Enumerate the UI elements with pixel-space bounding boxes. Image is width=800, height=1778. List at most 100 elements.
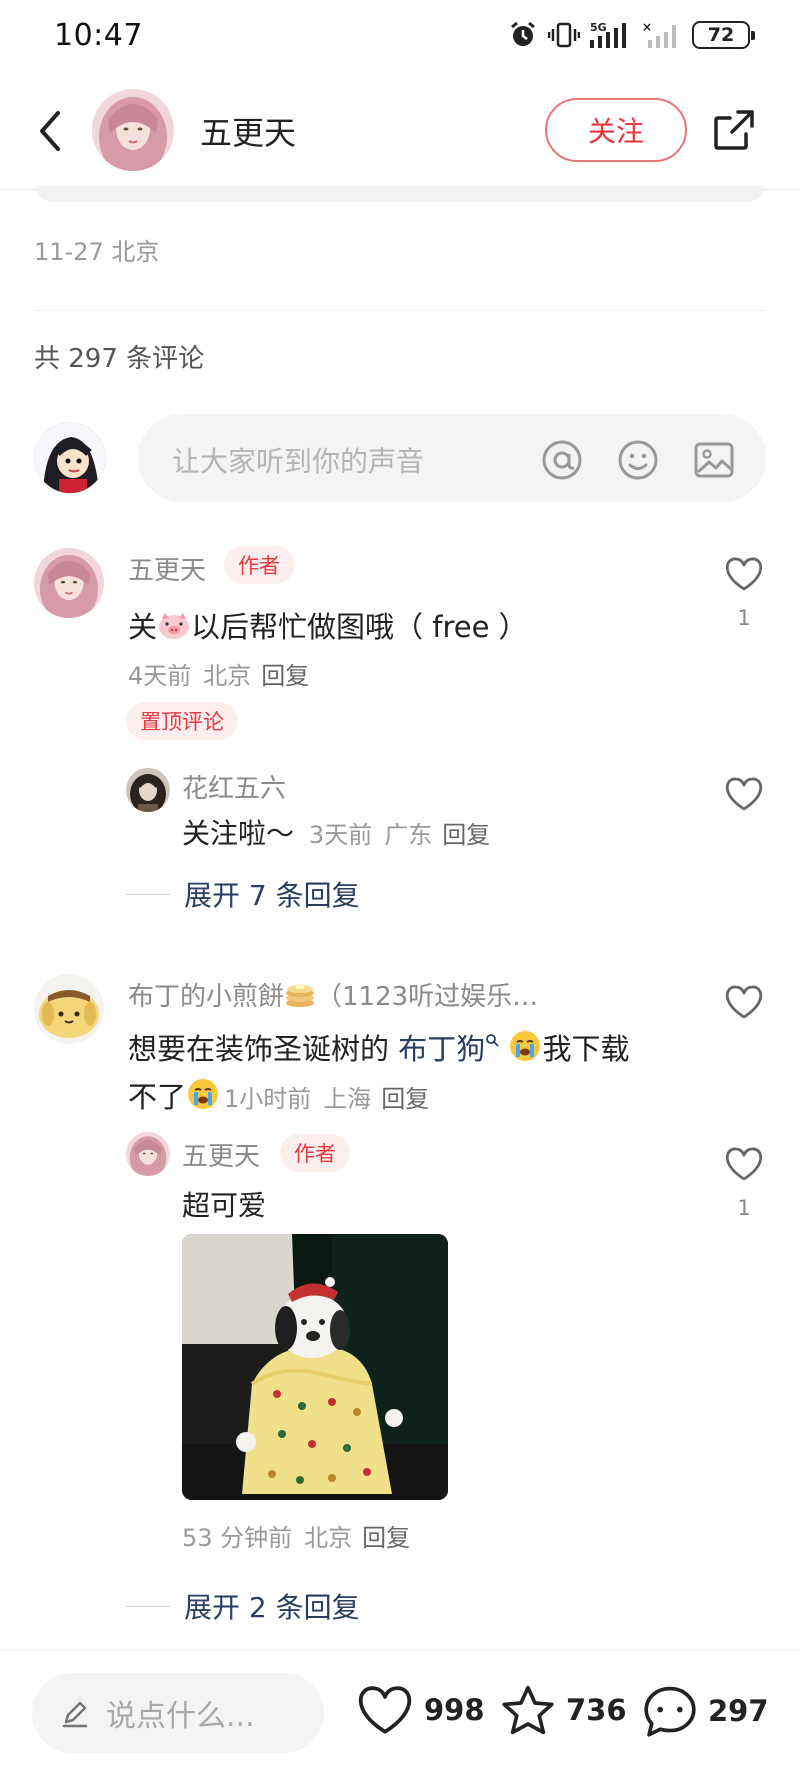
reply-button[interactable]: 回复 (381, 1085, 429, 1113)
share-button[interactable] (708, 104, 760, 156)
image-icon (694, 442, 734, 478)
signal-off-icon: × (642, 20, 676, 48)
pig-emoji-icon (157, 611, 191, 648)
avatar-cartoon-image (35, 423, 105, 493)
reply-like-count: 1 (737, 1196, 751, 1220)
comment-total-count: 297 (708, 1694, 769, 1728)
svg-text:5G: 5G (590, 21, 607, 34)
image-button[interactable] (692, 438, 736, 482)
comment-meta: 4天前 北京 回复 (128, 656, 309, 691)
comment-location: 北京 (203, 662, 252, 690)
comment-text-part: 关 (128, 610, 158, 644)
emoji-button[interactable] (616, 438, 660, 482)
reply-name[interactable]: 花红五六 (182, 768, 286, 805)
reply-button[interactable]: 回复 (261, 662, 309, 690)
expand-replies-label: 展开 2 条回复 (184, 1591, 360, 1624)
comment-like-button[interactable] (722, 980, 766, 1024)
follow-button[interactable]: 关注 (545, 98, 687, 162)
comment-like-button[interactable] (722, 552, 766, 596)
heart-icon (358, 1686, 412, 1734)
favorite-count: 736 (566, 1693, 627, 1727)
status-time: 10:47 (54, 18, 143, 53)
search-link[interactable]: 布丁狗 (398, 1032, 485, 1066)
like-count: 998 (424, 1693, 485, 1727)
author-name[interactable]: 五更天 (200, 108, 296, 154)
commenter-name[interactable]: 五更天 (128, 550, 206, 587)
favorite-button[interactable]: 736 (500, 1683, 627, 1737)
reply-time: 53 分钟前 (182, 1524, 293, 1552)
expand-line (126, 893, 170, 895)
post-date-location: 11-27 北京 (34, 238, 160, 266)
my-avatar[interactable] (34, 422, 106, 494)
reply-button[interactable]: 回复 (442, 821, 490, 849)
reply-text: 超可爱 (182, 1189, 267, 1222)
at-icon (542, 440, 582, 480)
signal-5g-icon: 5G (590, 21, 626, 48)
top-nav-bar: 五更天 关注 (0, 76, 800, 186)
commenter-avatar[interactable] (34, 548, 104, 618)
mention-button[interactable] (540, 438, 584, 482)
heart-icon (725, 985, 763, 1019)
pinned-badge: 置顶评论 (126, 702, 238, 740)
author-tag: 作者 (280, 1134, 350, 1172)
reply-text: 关注啦～ 3天前 广东 回复 (182, 812, 490, 852)
post-content-edge (36, 186, 764, 202)
reply-time: 3天前 (308, 821, 373, 849)
comment-text-line2: 不了 1小时前 上海 回复 (128, 1074, 429, 1118)
status-bar: 10:47 5G × 72 (0, 0, 800, 76)
christmas-tree-costume-photo (182, 1234, 448, 1500)
commenter-avatar[interactable] (34, 974, 104, 1044)
share-icon (714, 110, 754, 150)
bottom-action-bar: 说点什么... 998 736 297 (0, 1650, 800, 1778)
like-post-button[interactable]: 998 (356, 1683, 485, 1737)
expand-replies-button[interactable]: 展开 7 条回复 (126, 874, 360, 914)
commenter-name-text: 布丁的小煎餅 (128, 982, 285, 1012)
comment-button[interactable]: 297 (642, 1683, 769, 1739)
reply-avatar[interactable] (126, 1132, 170, 1176)
reply-name[interactable]: 五更天 (182, 1136, 260, 1173)
expand-line (126, 1605, 170, 1607)
back-button[interactable] (28, 103, 72, 159)
avatar-dark-hair-image (126, 768, 170, 812)
author-avatar[interactable] (92, 89, 174, 171)
comment-like-count: 1 (737, 606, 751, 630)
reply-like-button[interactable] (722, 772, 766, 816)
author-tag: 作者 (224, 546, 294, 584)
comment-location: 上海 (323, 1085, 372, 1113)
comment-count: 共 297 条评论 (34, 344, 205, 374)
vibrate-icon (548, 22, 580, 48)
reply-location: 广东 (384, 821, 433, 849)
expand-replies-label: 展开 7 条回复 (184, 879, 360, 912)
comment-input[interactable]: 让大家听到你的声音 (138, 414, 766, 502)
reply-like-button[interactable] (722, 1142, 766, 1186)
heart-icon (725, 777, 763, 811)
avatar-pink-hair-image (92, 89, 174, 171)
chevron-left-icon (40, 111, 60, 151)
pancake-emoji-icon (284, 981, 316, 1016)
say-something-placeholder: 说点什么... (106, 1699, 255, 1734)
comment-time: 1小时前 (224, 1085, 312, 1113)
avatar-pink-hair-image (34, 548, 104, 618)
commenter-name-suffix: （1123听过娱乐… (316, 982, 539, 1012)
alarm-icon (511, 21, 535, 46)
commenter-name[interactable]: 布丁的小煎餅 （1123听过娱乐… (128, 976, 538, 1016)
comment-text-part: 不了 (128, 1080, 187, 1114)
avatar-pudding-dog-image (34, 974, 104, 1044)
comment-text: 关以后帮忙做图哦（ free ） (128, 604, 528, 648)
reply-avatar[interactable] (126, 768, 170, 812)
status-icons: 5G × 72 (508, 20, 755, 50)
reply-meta: 53 分钟前 北京 回复 (182, 1518, 410, 1553)
comment-text-part: 我下载 (542, 1032, 630, 1066)
battery-level: 72 (707, 24, 735, 46)
search-small-icon (486, 1034, 499, 1047)
comment-input-row: 让大家听到你的声音 (0, 412, 800, 504)
reply-button[interactable]: 回复 (362, 1524, 410, 1552)
pencil-icon (58, 1696, 92, 1730)
say-something-input[interactable]: 说点什么... (32, 1673, 324, 1753)
comment-time: 4天前 (128, 662, 192, 690)
comment-text: 想要在装饰圣诞树的 布丁狗 我下载 (128, 1026, 629, 1070)
heart-icon (725, 1147, 763, 1181)
star-icon (502, 1685, 554, 1735)
reply-photo[interactable] (182, 1234, 448, 1500)
expand-replies-button[interactable]: 展开 2 条回复 (126, 1586, 360, 1626)
